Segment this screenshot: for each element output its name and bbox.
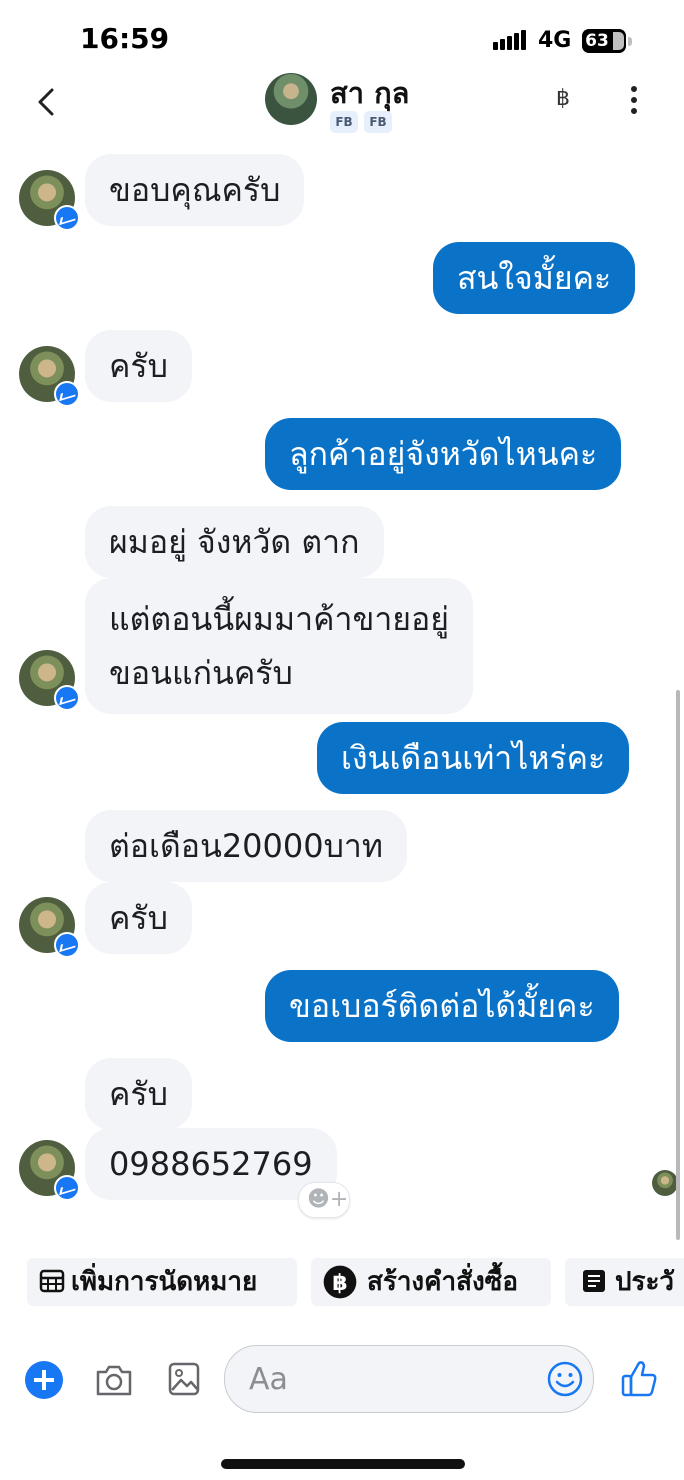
create-order-button[interactable]: ฿ สร้างคำสั่งซื้อ [311,1258,551,1306]
message-line: แต่ตอนนี้ผมมาค้าขายอยู่ [109,600,449,638]
more-options-icon[interactable] [630,86,638,114]
svg-text:฿: ฿ [332,1270,347,1296]
plus-icon[interactable] [25,1361,63,1399]
quick-action-label: ประวั [615,1267,675,1297]
message-input-container[interactable] [224,1345,594,1413]
messenger-badge-icon [54,381,80,407]
incoming-message[interactable]: ครับ [85,1058,192,1130]
message-line: ขอนแก่นครับ [109,654,293,692]
back-arrow-icon[interactable] [32,84,62,120]
message-input[interactable] [247,1356,541,1402]
baht-circle-icon: ฿ [323,1265,357,1299]
battery-icon: 63 [582,29,626,53]
baht-icon[interactable]: ฿ [556,86,570,111]
fb-tag: FB [364,111,392,133]
quick-action-label: เพิ่มการนัดหมาย [71,1267,258,1297]
scrollbar[interactable] [676,690,680,1240]
home-indicator [221,1459,465,1469]
add-reaction-button[interactable]: ☻+ [298,1182,350,1218]
add-appointment-button[interactable]: เพิ่มการนัดหมาย [27,1258,297,1306]
contact-name[interactable]: สา กุล [330,70,409,116]
incoming-message[interactable]: ผมอยู่ จังหวัด ตาก [85,506,384,578]
outgoing-message[interactable]: ลูกค้าอยู่จังหวัดไหนคะ [265,418,622,490]
messenger-badge-icon [54,205,80,231]
calendar-icon [39,1269,65,1293]
messenger-badge-icon [54,932,80,958]
outgoing-message[interactable]: เงินเดือนเท่าไหร่คะ [317,722,630,794]
contact-avatar[interactable] [265,73,317,125]
emoji-icon[interactable] [547,1361,583,1397]
camera-icon[interactable] [94,1362,134,1398]
outgoing-message[interactable]: สนใจมั้ยคะ [433,242,636,314]
network-type: 4G [538,28,572,53]
incoming-message[interactable]: แต่ตอนนี้ผมมาค้าขายอยู่ ขอนแก่นครับ [85,578,473,714]
thumbs-up-icon[interactable] [620,1358,658,1398]
signal-icon [493,30,529,50]
fb-tag: FB [330,111,358,133]
chat-header: สา กุล FB FB ฿ [0,64,684,142]
gallery-icon[interactable] [168,1362,200,1396]
seen-indicator-avatar [652,1170,678,1196]
outgoing-message[interactable]: ขอเบอร์ติดต่อได้มั้ยคะ [265,970,619,1042]
battery-nub [628,37,632,46]
incoming-message[interactable]: 0988652769 [85,1128,337,1200]
smiley-plus-icon: ☻+ [307,1187,349,1212]
document-icon [583,1270,605,1292]
history-button[interactable]: ประวั [565,1258,684,1306]
messenger-badge-icon [54,1175,80,1201]
incoming-message[interactable]: ต่อเดือน20000บาท [85,810,407,882]
incoming-message[interactable]: ครับ [85,882,192,954]
incoming-message[interactable]: ครับ [85,330,192,402]
status-time: 16:59 [80,22,170,55]
battery-level: 63 [585,31,609,51]
messenger-badge-icon [54,685,80,711]
quick-action-label: สร้างคำสั่งซื้อ [367,1267,518,1297]
incoming-message[interactable]: ขอบคุณครับ [85,154,305,226]
